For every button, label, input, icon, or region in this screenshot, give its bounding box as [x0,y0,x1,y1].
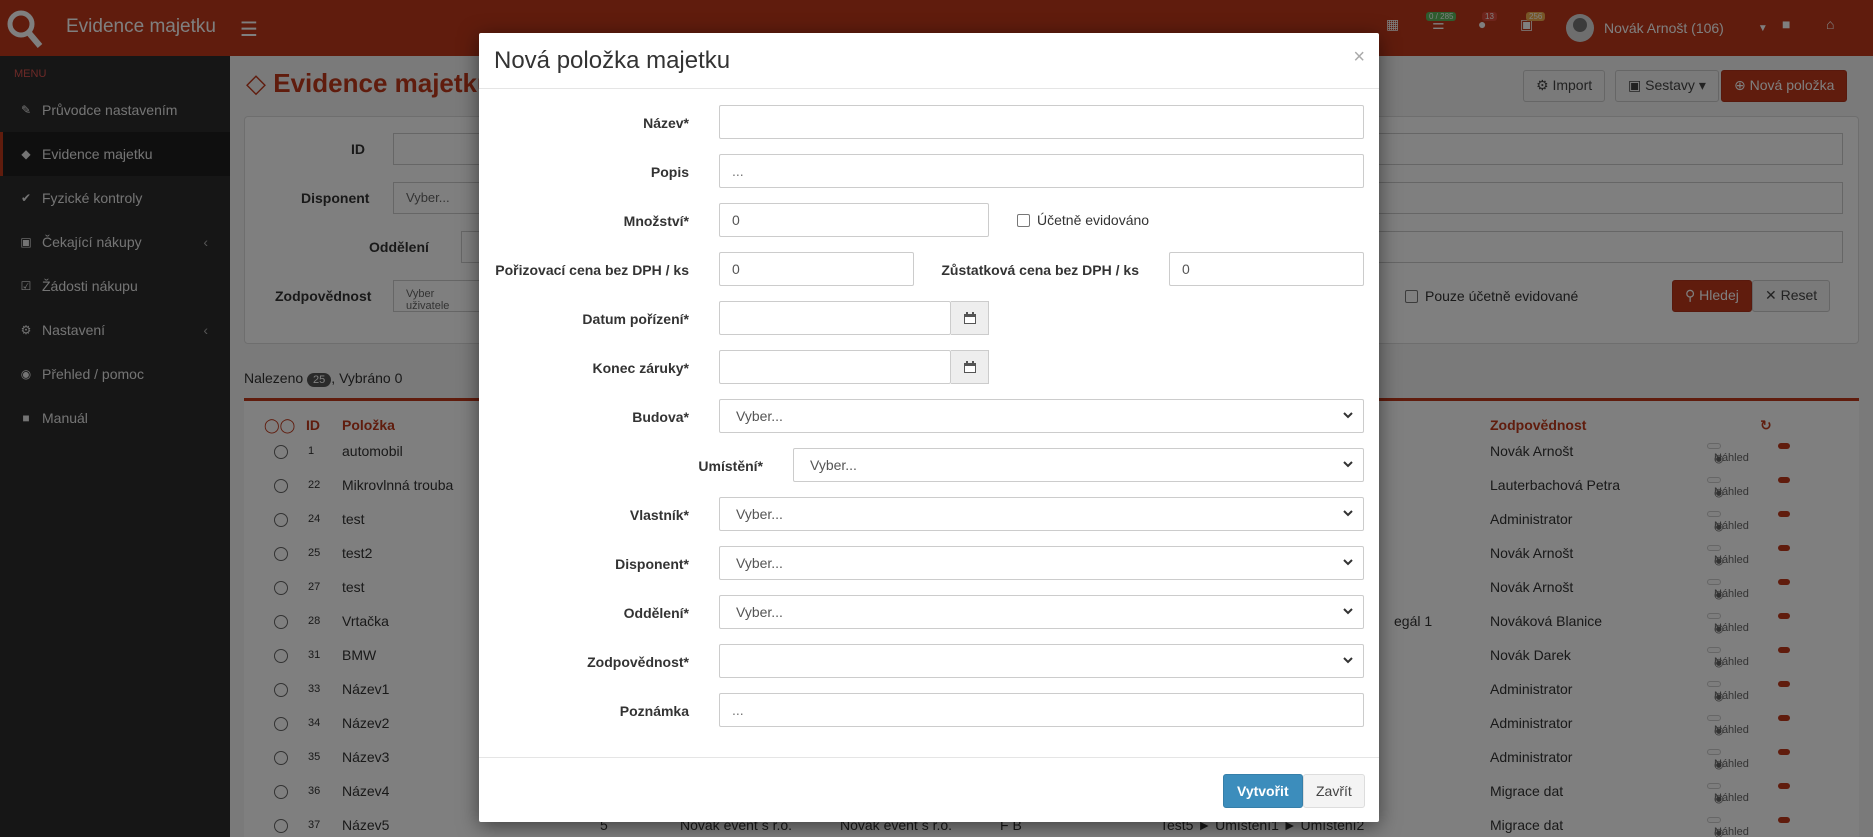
chevron-down-icon [1343,461,1353,468]
quantity-label: Množství* [623,213,689,229]
warranty-end-label: Konec záruky* [592,360,689,376]
location-select[interactable]: Vyber... [793,448,1364,482]
responsibility-select[interactable] [719,644,1364,678]
new-asset-modal: Nová položka majetku × Název* Popis Množ… [479,33,1379,822]
calendar-icon[interactable] [951,350,989,384]
description-input[interactable] [719,154,1364,188]
building-select[interactable]: Vyber... [719,399,1364,433]
purchase-price-input[interactable] [719,252,914,286]
residual-price-label: Zůstatková cena bez DPH / ks [941,262,1139,278]
responsibility-label: Zodpovědnost* [587,654,689,670]
building-label: Budova* [632,409,689,425]
close-button[interactable]: Zavřít [1303,774,1365,808]
acquisition-date-input[interactable] [719,301,951,335]
modal-title: Nová položka majetku [494,47,731,74]
department-value: Vyber... [736,604,783,620]
name-label: Název* [643,115,689,131]
disponent-value: Vyber... [736,555,783,571]
note-label: Poznámka [619,703,689,719]
residual-price-input[interactable] [1169,252,1364,286]
chevron-down-icon [1343,657,1353,664]
department-select[interactable]: Vyber... [719,595,1364,629]
create-button[interactable]: Vytvořit [1223,774,1303,808]
quantity-input[interactable] [719,203,989,237]
owner-value: Vyber... [736,506,783,522]
purchase-price-label: Pořizovací cena bez DPH / ks [495,262,689,278]
checkbox-box [1017,213,1030,227]
warranty-end-input[interactable] [719,350,951,384]
location-label: Umístění* [698,458,763,474]
chevron-down-icon [1343,559,1353,566]
calendar-icon[interactable] [951,301,989,335]
disponent-select[interactable]: Vyber... [719,546,1364,580]
owner-label: Vlastník* [629,507,689,523]
note-input[interactable] [719,693,1364,727]
chevron-down-icon [1343,510,1353,517]
department-label: Oddělení* [623,605,689,621]
description-label: Popis [650,164,689,180]
building-value: Vyber... [736,408,783,424]
location-value: Vyber... [810,457,857,473]
modal-header: Nová položka majetku × [479,33,1379,89]
name-input[interactable] [719,105,1364,139]
owner-select[interactable]: Vyber... [719,497,1364,531]
chevron-down-icon [1343,608,1353,615]
accounted-checkbox[interactable]: Účetně evidováno [1017,212,1149,228]
accounted-label: Účetně evidováno [1037,212,1150,228]
acquisition-date-label: Datum pořízení* [582,311,689,327]
chevron-down-icon [1343,412,1353,419]
disponent-label: Disponent* [615,556,689,572]
close-icon[interactable]: × [1353,46,1365,69]
